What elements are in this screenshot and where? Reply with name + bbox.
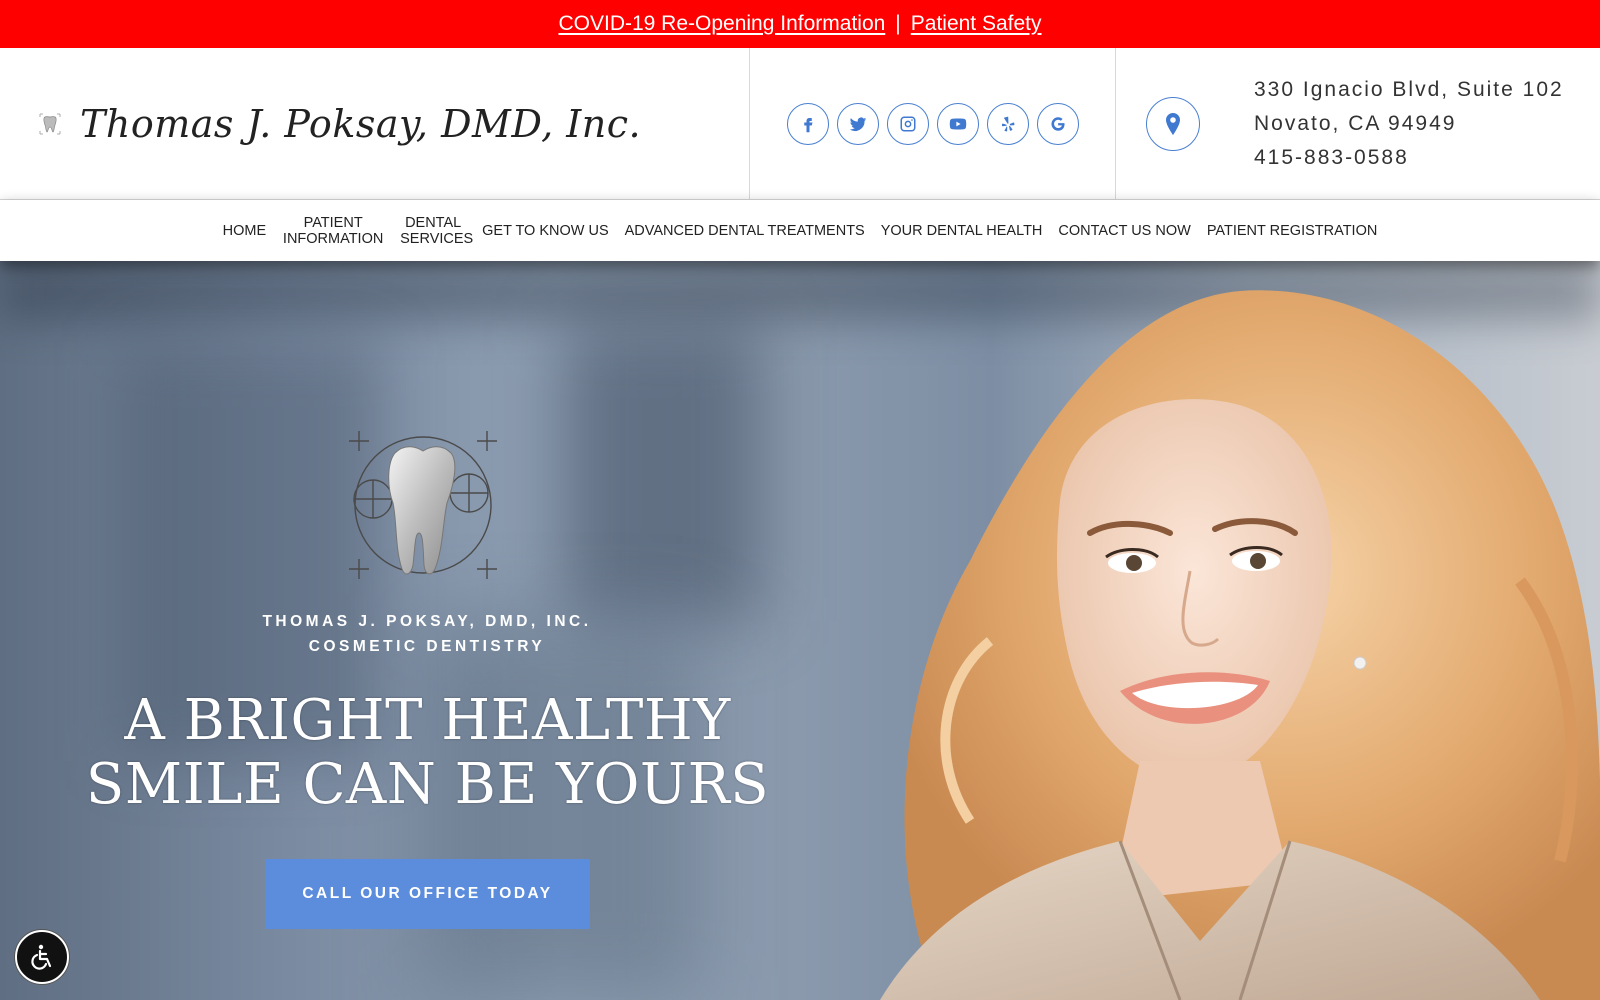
hero-headline-line-2: SMILE CAN BE YOURS (85, 752, 770, 817)
brand-logo-link[interactable]: Thomas J. Poksay, DMD, Inc. (0, 48, 750, 199)
hero-headline: A BRIGHT HEALTHY SMILE CAN BE YOURS (40, 689, 815, 817)
hero-practice-line-1: THOMAS J. POKSAY, DMD, INC. (262, 613, 592, 630)
address-line-2[interactable]: Novato, CA 94949 (1254, 107, 1564, 141)
call-office-button[interactable]: CALL OUR OFFICE TODAY (265, 859, 590, 929)
nav-dental-services[interactable]: Dental Services (392, 215, 474, 247)
nav-patient-information[interactable]: Patient Information (274, 215, 392, 247)
twitter-icon[interactable] (836, 102, 879, 145)
nav-contact-us-now[interactable]: Contact Us Now (1050, 223, 1198, 239)
map-pin-icon[interactable] (1146, 96, 1200, 151)
main-nav: Home Patient Information Dental Services… (0, 200, 1600, 261)
background-building-blur (560, 321, 760, 621)
facebook-icon[interactable] (786, 102, 829, 145)
site-header: Thomas J. Poksay, DMD, Inc. 330 Ignacio … (0, 48, 1600, 200)
hero-practice-line-2: COSMETIC DENTISTRY (308, 638, 546, 655)
nav-your-dental-health[interactable]: Your Dental Health (873, 223, 1051, 239)
patient-safety-link[interactable]: Patient Safety (911, 12, 1042, 36)
tooth-crosshair-logo (349, 431, 497, 579)
hero-section: THOMAS J. POKSAY, DMD, INC. COSMETIC DEN… (0, 261, 1600, 1000)
nav-get-to-know-us[interactable]: Get to Know Us (474, 223, 617, 239)
address-line-1[interactable]: 330 Ignacio Blvd, Suite 102 (1254, 73, 1564, 107)
accessibility-button[interactable] (15, 930, 69, 984)
alert-bar: COVID-19 Re-Opening Information | Patien… (0, 0, 1600, 48)
google-icon[interactable] (1036, 102, 1079, 145)
nav-patient-registration[interactable]: Patient Registration (1199, 223, 1386, 239)
hero-headline-line-1: A BRIGHT HEALTHY (124, 688, 731, 753)
yelp-icon[interactable] (986, 102, 1029, 145)
address-block: 330 Ignacio Blvd, Suite 102 Novato, CA 9… (1254, 73, 1564, 175)
nav-home[interactable]: Home (215, 223, 275, 239)
phone-number[interactable]: 415-883-0588 (1254, 141, 1564, 175)
practice-name: Thomas J. Poksay, DMD, Inc. (80, 101, 642, 146)
instagram-icon[interactable] (886, 102, 929, 145)
accessibility-wheelchair-icon (31, 944, 52, 970)
youtube-icon[interactable] (936, 102, 979, 145)
nav-advanced-dental-treatments[interactable]: Advanced Dental Treatments (617, 223, 873, 239)
smiling-woman-image (880, 290, 1600, 1000)
covid-info-link[interactable]: COVID-19 Re-Opening Information (558, 12, 885, 36)
tooth-logo-icon (39, 113, 61, 134)
hero-practice-name: THOMAS J. POKSAY, DMD, INC. COSMETIC DEN… (227, 609, 627, 659)
contact-info: 330 Ignacio Blvd, Suite 102 Novato, CA 9… (1116, 48, 1600, 199)
social-links (750, 48, 1116, 199)
alert-separator: | (895, 12, 901, 35)
